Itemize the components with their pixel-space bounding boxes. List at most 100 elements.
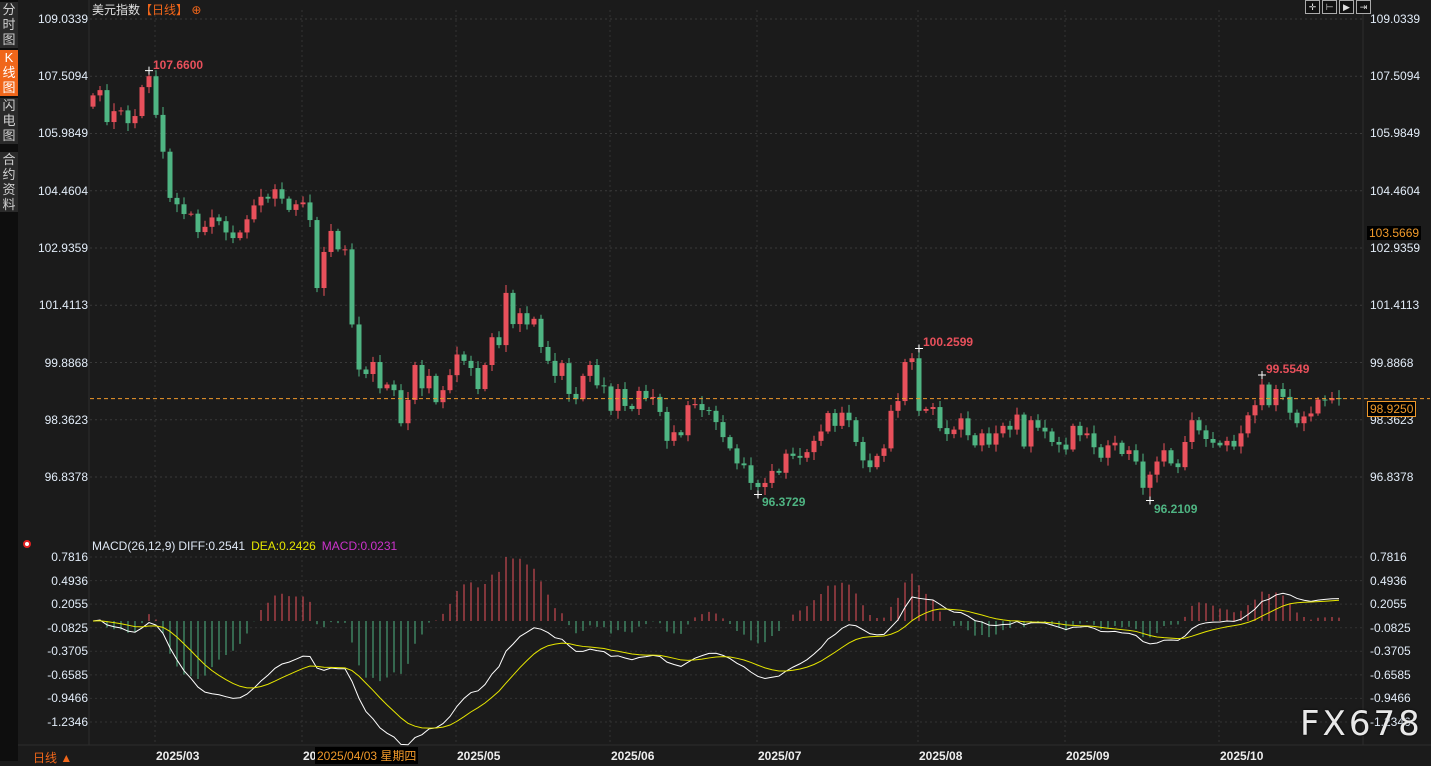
to-end-icon[interactable]: ⇥ xyxy=(1356,0,1371,14)
candle-body xyxy=(160,114,166,152)
candle-body xyxy=(370,362,376,375)
candle-body xyxy=(727,437,733,449)
candle-body xyxy=(937,407,943,429)
period-selector[interactable]: 日线 ▲ xyxy=(33,749,72,766)
macd-legend: MACD(26,12,9) DIFF:0.2541 DEA:0.2426 MACD:0… xyxy=(92,539,403,553)
watermark-logo: FX678 xyxy=(1300,704,1423,744)
candle-body xyxy=(958,418,964,430)
candle-body xyxy=(293,204,299,210)
candle-body xyxy=(258,196,264,206)
chart-canvas[interactable] xyxy=(0,0,1431,761)
candle-body xyxy=(783,453,789,473)
indicator-settings-icon[interactable] xyxy=(23,540,31,548)
candle-body xyxy=(944,428,950,435)
candle-body xyxy=(972,435,978,446)
candle-body xyxy=(475,368,481,390)
candle-body xyxy=(426,375,432,389)
price-tick-label: 105.9849 xyxy=(37,126,88,141)
price-tick-label: 101.4113 xyxy=(1370,298,1420,313)
candle-body xyxy=(524,313,530,325)
macd-tick-label: -0.6585 xyxy=(1370,667,1411,682)
candle-body xyxy=(818,431,824,441)
candle-body xyxy=(622,389,628,406)
price-tick-label: 99.8868 xyxy=(44,355,88,370)
circle-plus-icon[interactable]: ⊕ xyxy=(191,3,201,17)
high-price-label: 100.2599 xyxy=(923,335,974,350)
price-tick-label: 107.5094 xyxy=(1370,69,1421,84)
candle-body xyxy=(678,432,684,436)
dea-value: DEA:0.2426 xyxy=(251,539,316,553)
candle-body xyxy=(440,390,446,403)
candle-body xyxy=(1133,450,1139,462)
candle-body xyxy=(461,354,467,361)
candle-body xyxy=(1238,433,1244,447)
instrument-name: 美元指数 xyxy=(92,3,141,17)
period-label[interactable]: 【日线】 xyxy=(140,3,188,17)
candle-body xyxy=(741,463,747,466)
diff-value: DIFF:0.2541 xyxy=(178,539,246,553)
candle-body xyxy=(503,292,509,346)
candle-body xyxy=(1266,384,1272,406)
candle-body xyxy=(1231,440,1237,447)
candle-body xyxy=(97,90,103,96)
candle-body xyxy=(867,460,873,468)
candle-body xyxy=(1259,384,1265,406)
candle-body xyxy=(104,90,110,123)
candle-body xyxy=(797,455,803,458)
candle-body xyxy=(412,365,418,400)
price-tick-label: 96.8378 xyxy=(1370,470,1414,484)
candle-body xyxy=(482,365,488,390)
candle-body xyxy=(1217,442,1223,446)
candle-body xyxy=(209,217,215,227)
candle-body xyxy=(692,404,698,406)
candle-body xyxy=(300,202,306,205)
candle-body xyxy=(1042,427,1048,432)
candle-body xyxy=(769,470,775,483)
candle-body xyxy=(643,390,649,399)
candle-body xyxy=(979,433,985,446)
candle-body xyxy=(307,202,313,221)
candle-body xyxy=(1273,389,1279,406)
candle-body xyxy=(510,292,516,325)
macd-tick-label: -0.9466 xyxy=(47,691,88,706)
candle-body xyxy=(1000,425,1006,434)
candle-body xyxy=(335,230,341,250)
candle-body xyxy=(1154,461,1160,475)
candle-body xyxy=(615,389,621,411)
crosshair-icon[interactable]: ✛ xyxy=(1305,0,1320,14)
price-tick-label: 102.9359 xyxy=(37,240,88,255)
candle-body xyxy=(251,205,257,220)
candle-body xyxy=(167,151,173,198)
candle-body xyxy=(223,221,229,233)
price-tick-label: 96.8378 xyxy=(44,470,88,484)
extreme-marker-icon xyxy=(915,344,923,353)
last-price-label: 98.9250 xyxy=(1367,401,1417,417)
macd-tick-label: 0.7816 xyxy=(51,550,88,564)
candle-body xyxy=(1140,461,1146,488)
fit-left-icon[interactable]: ⊢ xyxy=(1322,0,1337,14)
candle-body xyxy=(699,404,705,411)
candle-body xyxy=(1308,413,1314,417)
macd-tick-label: 0.7816 xyxy=(1370,550,1407,564)
candle-body xyxy=(216,217,222,222)
candle-body xyxy=(1063,444,1069,450)
candle-body xyxy=(566,363,572,394)
candle-body xyxy=(839,412,845,426)
candle-body xyxy=(328,230,334,252)
candle-body xyxy=(111,111,117,123)
price-tick-label: 107.5094 xyxy=(37,69,88,84)
candle-body xyxy=(1196,420,1202,431)
candle-body xyxy=(552,360,558,376)
candle-body xyxy=(321,251,327,289)
low-price-label: 96.3729 xyxy=(762,495,806,510)
play-right-icon[interactable]: ▶ xyxy=(1339,0,1354,14)
candle-body xyxy=(685,405,691,436)
candle-body xyxy=(1175,463,1181,468)
candle-body xyxy=(916,358,922,411)
candle-body xyxy=(517,313,523,325)
candle-body xyxy=(811,440,817,453)
candle-body xyxy=(1245,415,1251,434)
macd-tick-label: -0.3705 xyxy=(47,644,88,659)
chart-title: 美元指数【日线】 ⊕ xyxy=(92,1,201,18)
candle-body xyxy=(1203,430,1209,439)
